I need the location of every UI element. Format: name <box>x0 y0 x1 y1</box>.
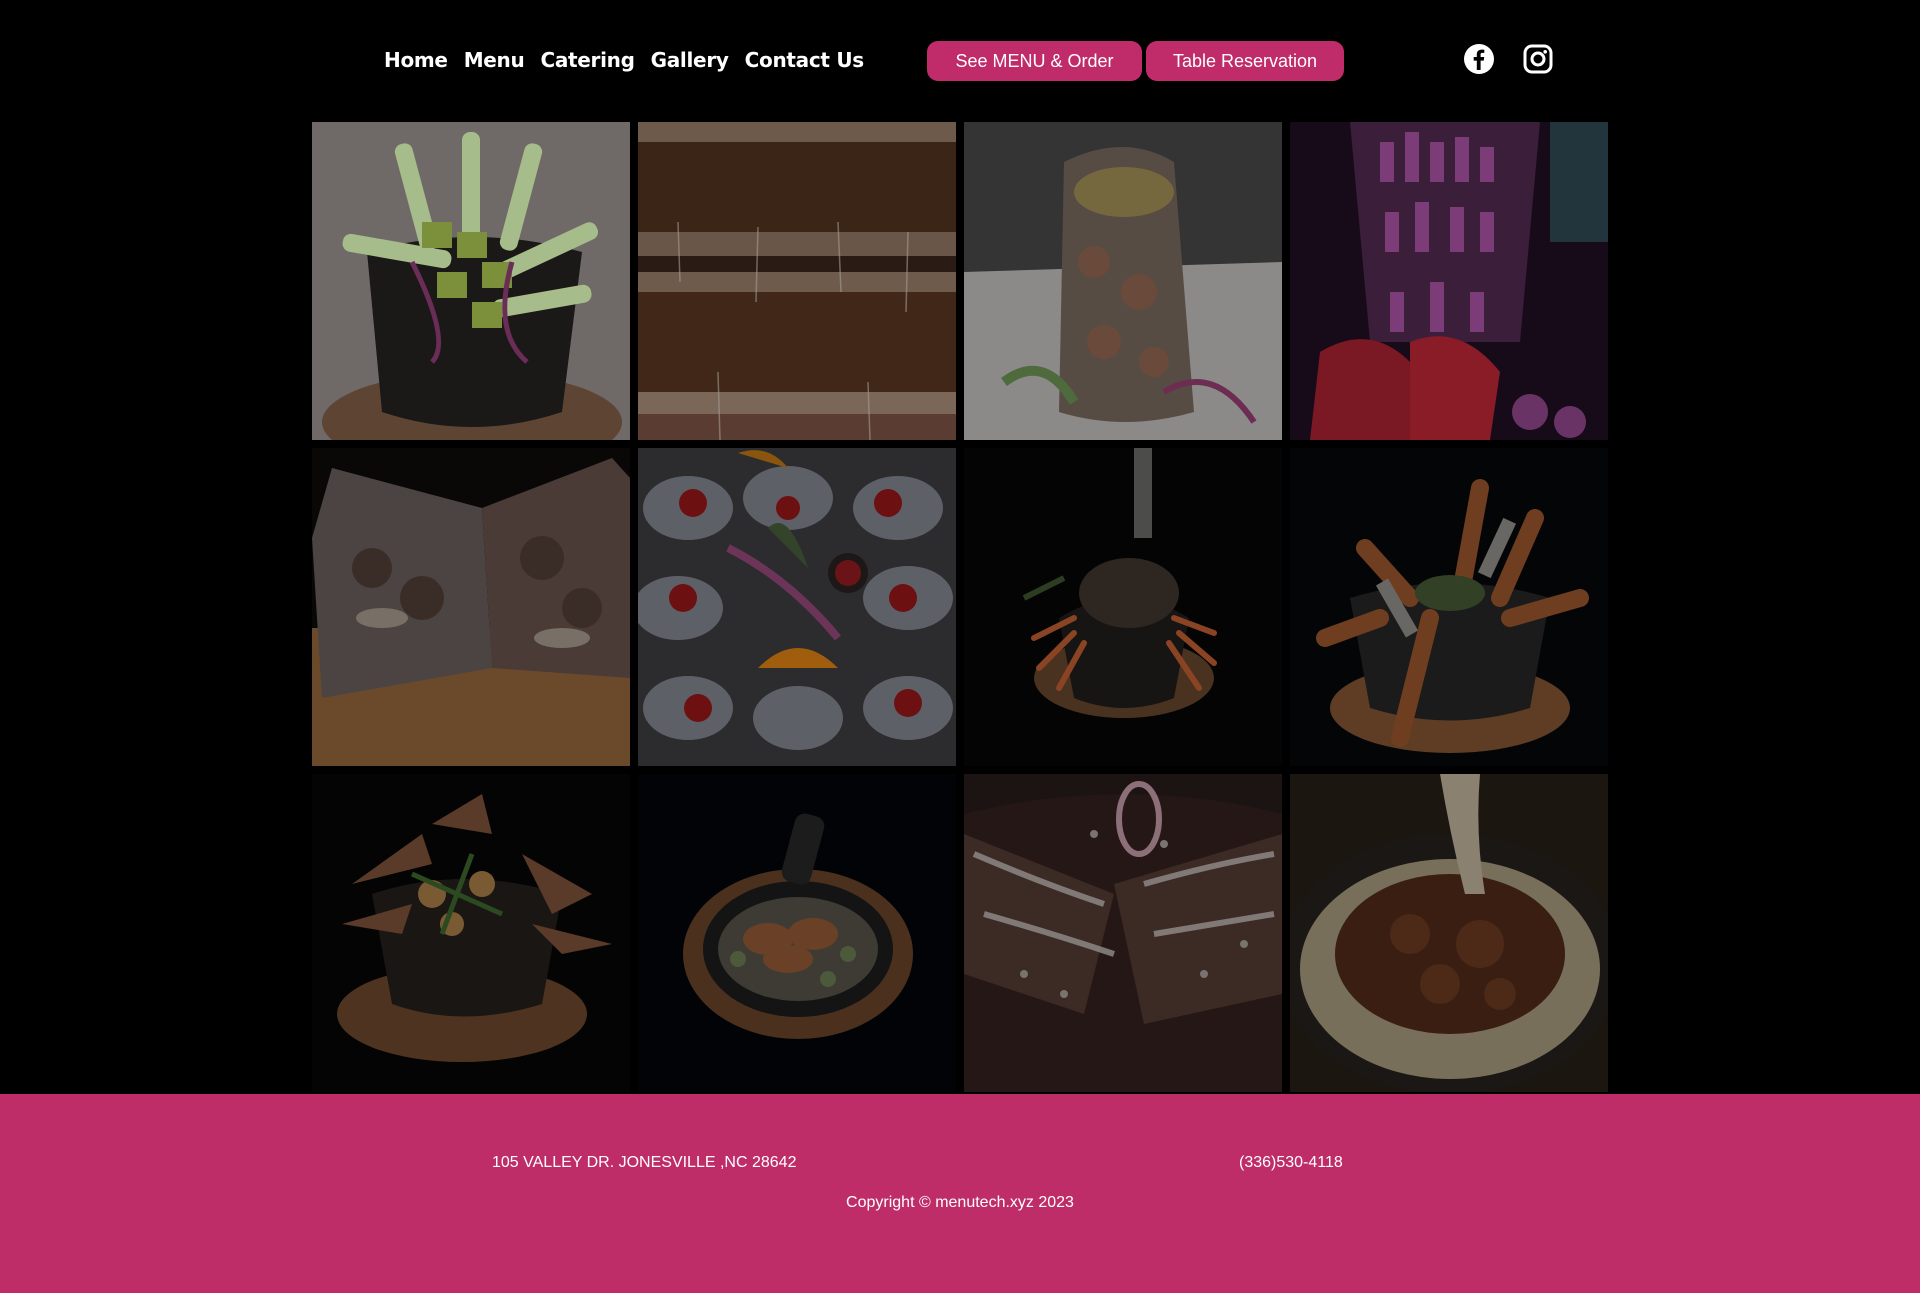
footer-address: 105 VALLEY DR. JONESVILLE ,NC 28642 <box>492 1154 797 1171</box>
gallery-image-queso-fundido[interactable] <box>1290 774 1608 1092</box>
gallery-image-tacos[interactable] <box>312 448 630 766</box>
gallery-image-molcajete[interactable] <box>312 122 630 440</box>
gallery-image-crab[interactable] <box>964 448 1282 766</box>
footer-phone[interactable]: (336)530-4118 <box>1239 1154 1343 1172</box>
gallery-image-tortas[interactable] <box>638 122 956 440</box>
instagram-icon[interactable] <box>1522 43 1554 75</box>
gallery-image-enchiladas[interactable] <box>964 774 1282 1092</box>
footer-copyright: Copyright © menutech.xyz 2023 <box>846 1194 1074 1211</box>
see-menu-order-button[interactable]: See MENU & Order <box>927 41 1142 81</box>
photo-gallery <box>312 122 1608 1094</box>
nav-catering[interactable]: Catering <box>540 48 634 72</box>
site-footer: 105 VALLEY DR. JONESVILLE ,NC 28642 (336… <box>0 1094 1920 1293</box>
facebook-icon[interactable] <box>1463 43 1495 75</box>
gallery-image-fried-shrimp[interactable] <box>1290 448 1608 766</box>
gallery-image-bar[interactable] <box>1290 122 1608 440</box>
main-nav: Home Menu Catering Gallery Contact Us <box>384 48 864 72</box>
gallery-image-oysters[interactable] <box>638 448 956 766</box>
gallery-image-shrimp-skillet[interactable] <box>638 774 956 1092</box>
nav-home[interactable]: Home <box>384 48 448 72</box>
gallery-image-seafood-tower[interactable] <box>964 122 1282 440</box>
table-reservation-button[interactable]: Table Reservation <box>1146 41 1344 81</box>
nav-gallery[interactable]: Gallery <box>651 48 729 72</box>
nav-menu[interactable]: Menu <box>464 48 525 72</box>
nav-contact-us[interactable]: Contact Us <box>745 48 865 72</box>
site-header: Home Menu Catering Gallery Contact Us Se… <box>0 0 1920 122</box>
gallery-image-meat-molcajete[interactable] <box>312 774 630 1092</box>
